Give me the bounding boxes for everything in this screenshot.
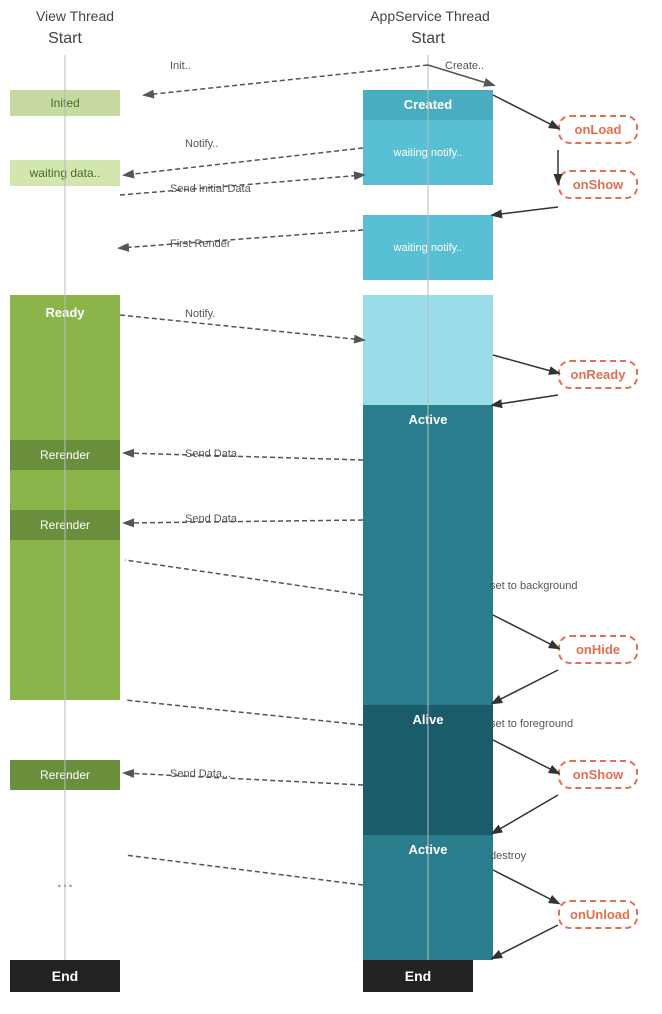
view-thread-header: View Thread [10, 8, 140, 24]
active1-body [363, 435, 493, 705]
set-foreground-label: set to foreground [490, 718, 573, 730]
send-data1-label: Send Data [185, 448, 237, 460]
init-label: Init.. [170, 60, 191, 72]
active1-label: Active [363, 405, 493, 435]
waiting-data-block: waiting data.. [10, 160, 120, 186]
active2-body [363, 865, 493, 960]
onload-box: onLoad [558, 115, 638, 144]
first-render-label: First Render [170, 238, 231, 250]
dots: ... [10, 870, 120, 893]
inited-block: Inited [10, 90, 120, 116]
rerender2-block: Rerender [10, 510, 120, 540]
create-label: Create.. [445, 60, 484, 72]
waiting-notify2-block: waiting notify.. [363, 215, 493, 280]
notify1-label: Notify.. [185, 138, 218, 150]
onshow1-box: onShow [558, 170, 638, 199]
diagram-container: View Thread AppService Thread Start Init… [0, 0, 662, 1014]
destroy-label: destroy [490, 850, 526, 862]
send-data2-label: Send Data [185, 513, 237, 525]
set-background-label: set to background [490, 580, 577, 592]
send-initial-label: Send Initial Data [170, 183, 251, 195]
app-end-block: End [363, 960, 473, 992]
app-thread-header: AppService Thread [350, 8, 510, 24]
view-end-block: End [10, 960, 120, 992]
onunload-box: onUnload [558, 900, 638, 929]
onshow2-box: onShow [558, 760, 638, 789]
onhide-box: onHide [558, 635, 638, 664]
send-data3-label: Send Data... [170, 768, 231, 780]
rerender1-block: Rerender [10, 440, 120, 470]
alive-body [363, 735, 493, 835]
active2-label: Active [363, 835, 493, 865]
notify2-label: Notify. [185, 308, 215, 320]
onready-box: onReady [558, 360, 638, 389]
pre-active-area [363, 295, 493, 405]
rerender3-block: Rerender [10, 760, 120, 790]
alive-label: Alive [363, 705, 493, 735]
view-start: Start [10, 30, 120, 48]
app-start: Start [363, 30, 493, 48]
created-block: Created [363, 90, 493, 120]
waiting-notify1-block: waiting notify.. [363, 120, 493, 185]
ready-block: Ready [10, 295, 120, 330]
